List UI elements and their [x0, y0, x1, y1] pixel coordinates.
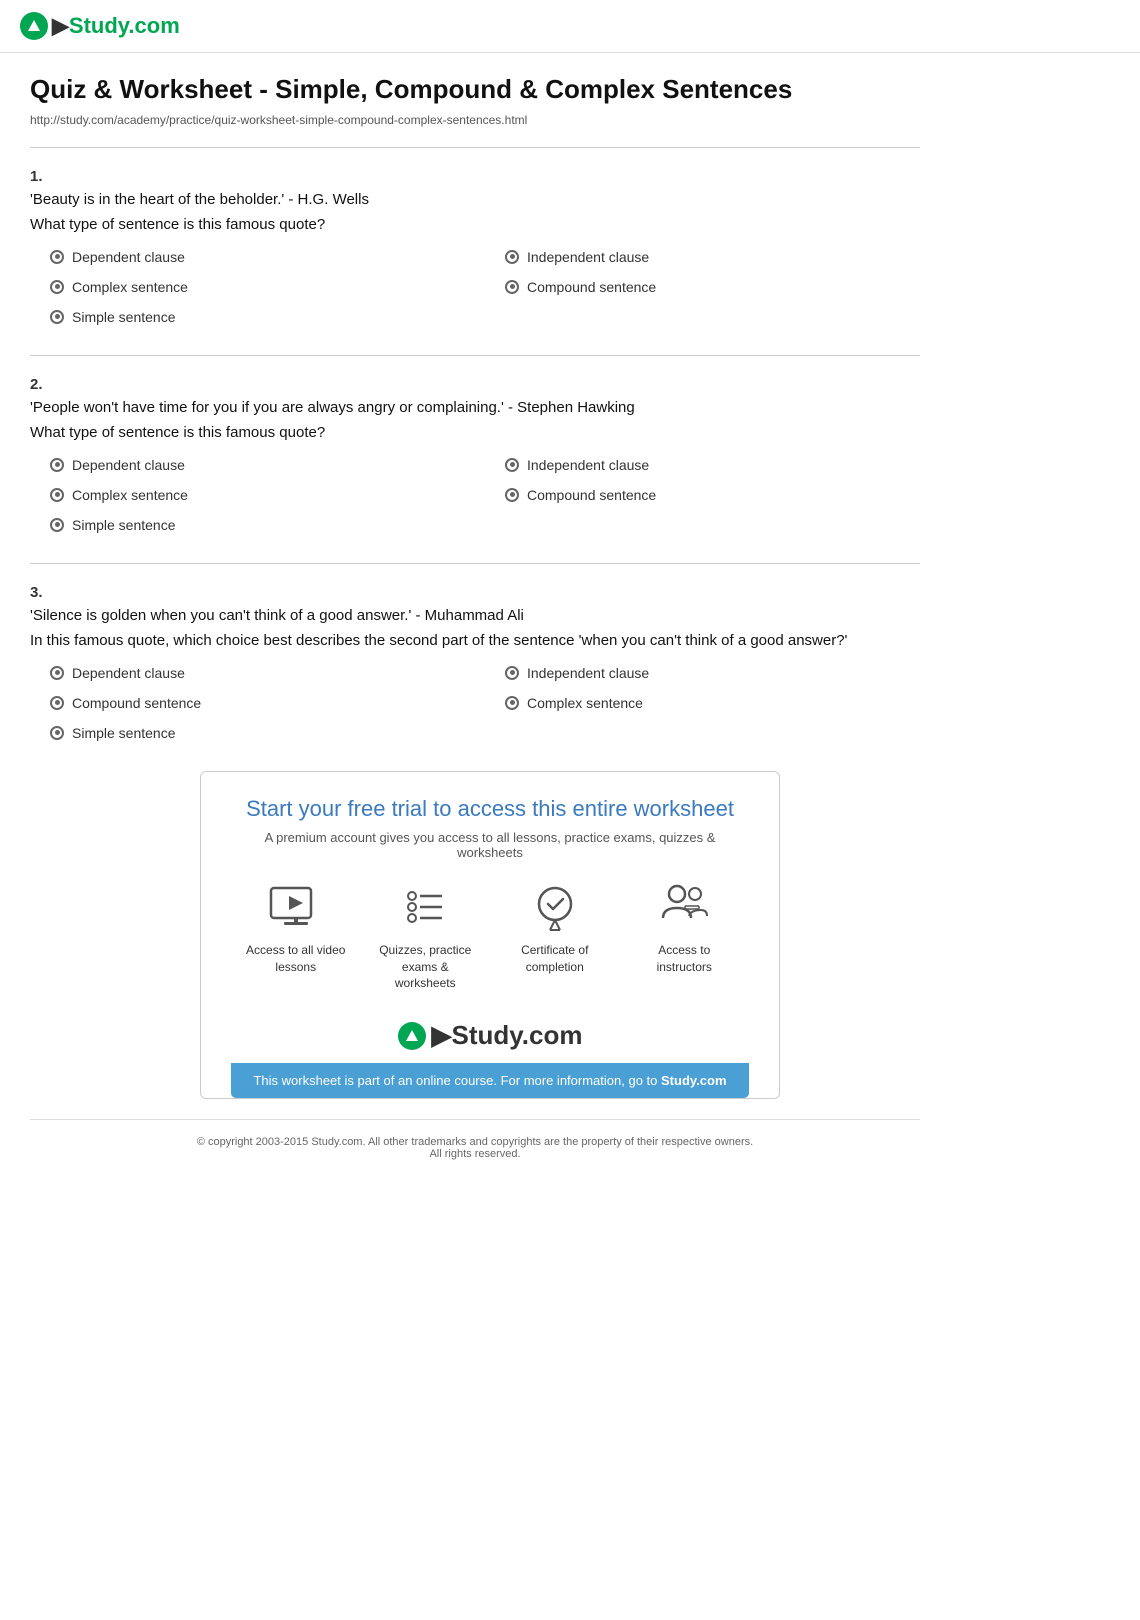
promo-feature-video: Access to all video lessons [246, 880, 346, 992]
site-header: ▶Study.com [0, 0, 1140, 53]
promo-cta-text: This worksheet is part of an online cour… [253, 1073, 657, 1088]
option-3-3[interactable]: Compound sentence [50, 695, 465, 711]
option-2-5[interactable]: Simple sentence [50, 517, 920, 533]
logo-icon [20, 12, 48, 40]
option-2-3[interactable]: Complex sentence [50, 487, 465, 503]
q2-divider [30, 563, 920, 564]
promo-feature-instructors-label: Access to instructors [634, 942, 734, 976]
logo-text: ▶Study.com [52, 13, 180, 39]
option-3-4[interactable]: Complex sentence [505, 695, 920, 711]
option-2-1-label: Dependent clause [72, 457, 185, 473]
promo-title: Start your free trial to access this ent… [231, 796, 749, 822]
radio-1-3[interactable] [50, 280, 64, 294]
option-2-2-label: Independent clause [527, 457, 649, 473]
question-2-quote: 'People won't have time for you if you a… [30, 399, 920, 416]
question-1-quote: 'Beauty is in the heart of the beholder.… [30, 191, 920, 208]
radio-2-1[interactable] [50, 458, 64, 472]
promo-feature-quizzes: Quizzes, practice exams & worksheets [375, 880, 475, 992]
option-3-2[interactable]: Independent clause [505, 665, 920, 681]
radio-3-4[interactable] [505, 696, 519, 710]
option-3-5[interactable]: Simple sentence [50, 725, 920, 741]
option-1-5-label: Simple sentence [72, 309, 176, 325]
question-2-text: What type of sentence is this famous quo… [30, 424, 920, 441]
option-1-2[interactable]: Independent clause [505, 249, 920, 265]
option-2-5-label: Simple sentence [72, 517, 176, 533]
question-3-options-grid: Dependent clause Independent clause Comp… [30, 665, 920, 711]
radio-1-5[interactable] [50, 310, 64, 324]
question-3-options-extra: Simple sentence [30, 725, 920, 741]
promo-logo[interactable]: ▶Study.com [398, 1020, 583, 1051]
promo-logo-icon [398, 1022, 426, 1050]
promo-cta-bar: This worksheet is part of an online cour… [231, 1063, 749, 1098]
option-1-1-label: Dependent clause [72, 249, 185, 265]
radio-1-4[interactable] [505, 280, 519, 294]
promo-feature-video-label: Access to all video lessons [246, 942, 346, 976]
question-1-text: What type of sentence is this famous quo… [30, 216, 920, 233]
question-1-number: 1. [30, 168, 920, 185]
option-1-4-label: Compound sentence [527, 279, 656, 295]
option-1-1[interactable]: Dependent clause [50, 249, 465, 265]
radio-2-5[interactable] [50, 518, 64, 532]
option-2-3-label: Complex sentence [72, 487, 188, 503]
site-logo[interactable]: ▶Study.com [20, 12, 1120, 40]
radio-3-5[interactable] [50, 726, 64, 740]
radio-2-3[interactable] [50, 488, 64, 502]
question-2-options-extra: Simple sentence [30, 517, 920, 533]
main-content: Quiz & Worksheet - Simple, Compound & Co… [0, 53, 950, 1190]
certificate-icon [528, 880, 582, 934]
page-title: Quiz & Worksheet - Simple, Compound & Co… [30, 73, 920, 107]
question-2-options-grid: Dependent clause Independent clause Comp… [30, 457, 920, 503]
footer-copyright: © copyright 2003-2015 Study.com. All oth… [30, 1136, 920, 1148]
question-2-number: 2. [30, 376, 920, 393]
footer: © copyright 2003-2015 Study.com. All oth… [30, 1119, 920, 1170]
promo-features: Access to all video lessons Quizzes, pra… [231, 880, 749, 992]
question-3-number: 3. [30, 584, 920, 601]
option-2-4-label: Compound sentence [527, 487, 656, 503]
radio-3-2[interactable] [505, 666, 519, 680]
radio-3-1[interactable] [50, 666, 64, 680]
option-3-2-label: Independent clause [527, 665, 649, 681]
question-3: 3. 'Silence is golden when you can't thi… [30, 584, 920, 741]
option-3-1[interactable]: Dependent clause [50, 665, 465, 681]
promo-feature-quizzes-label: Quizzes, practice exams & worksheets [375, 942, 475, 992]
title-divider [30, 147, 920, 148]
q1-divider [30, 355, 920, 356]
question-3-text: In this famous quote, which choice best … [30, 632, 920, 649]
question-2: 2. 'People won't have time for you if yo… [30, 376, 920, 533]
option-2-1[interactable]: Dependent clause [50, 457, 465, 473]
promo-feature-certificate: Certificate of completion [505, 880, 605, 992]
radio-1-2[interactable] [505, 250, 519, 264]
promo-cta-link[interactable]: Study.com [661, 1073, 727, 1088]
radio-1-1[interactable] [50, 250, 64, 264]
option-3-1-label: Dependent clause [72, 665, 185, 681]
radio-2-2[interactable] [505, 458, 519, 472]
question-1-options-grid: Dependent clause Independent clause Comp… [30, 249, 920, 295]
radio-2-4[interactable] [505, 488, 519, 502]
option-3-5-label: Simple sentence [72, 725, 176, 741]
option-1-3[interactable]: Complex sentence [50, 279, 465, 295]
question-3-quote: 'Silence is golden when you can't think … [30, 607, 920, 624]
option-2-2[interactable]: Independent clause [505, 457, 920, 473]
promo-box: Start your free trial to access this ent… [200, 771, 780, 1099]
option-3-3-label: Compound sentence [72, 695, 201, 711]
option-1-3-label: Complex sentence [72, 279, 188, 295]
promo-subtitle: A premium account gives you access to al… [231, 830, 749, 860]
question-1: 1. 'Beauty is in the heart of the behold… [30, 168, 920, 325]
option-1-5[interactable]: Simple sentence [50, 309, 920, 325]
question-1-options-extra: Simple sentence [30, 309, 920, 325]
option-1-4[interactable]: Compound sentence [505, 279, 920, 295]
radio-3-3[interactable] [50, 696, 64, 710]
option-2-4[interactable]: Compound sentence [505, 487, 920, 503]
promo-logo-text: ▶Study.com [432, 1020, 583, 1051]
footer-rights: All rights reserved. [30, 1148, 920, 1160]
option-1-2-label: Independent clause [527, 249, 649, 265]
page-url: http://study.com/academy/practice/quiz-w… [30, 113, 920, 127]
option-3-4-label: Complex sentence [527, 695, 643, 711]
instructors-icon [657, 880, 711, 934]
video-icon [269, 880, 323, 934]
promo-feature-instructors: Access to instructors [634, 880, 734, 992]
list-icon [398, 880, 452, 934]
promo-logo-row: ▶Study.com [231, 1008, 749, 1063]
promo-feature-certificate-label: Certificate of completion [505, 942, 605, 976]
